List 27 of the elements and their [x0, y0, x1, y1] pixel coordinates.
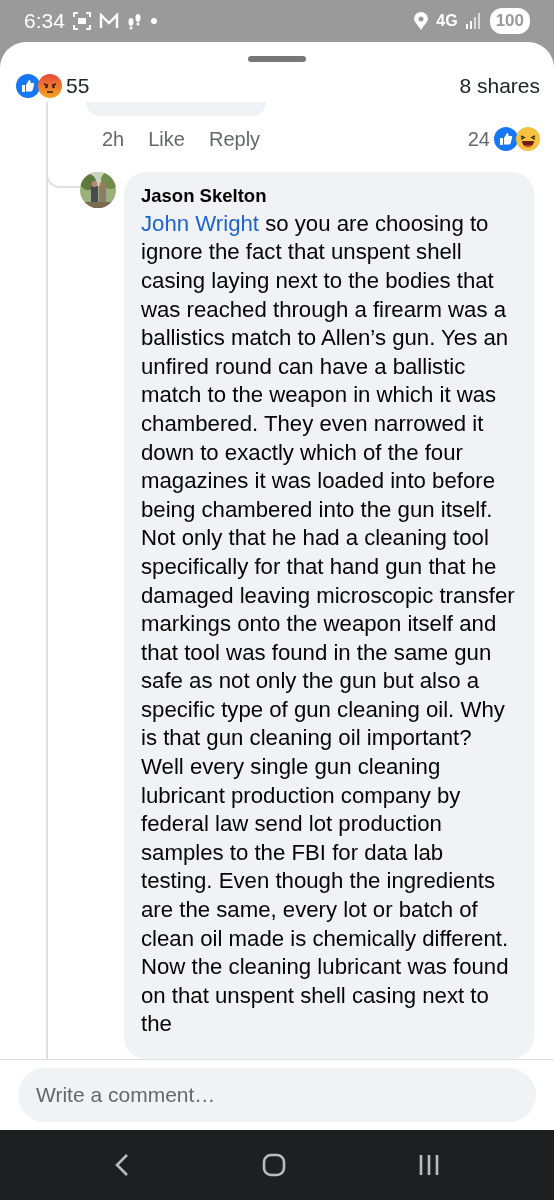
home-icon[interactable]: [262, 1153, 286, 1177]
drag-handle[interactable]: [248, 56, 306, 62]
location-icon: [414, 12, 429, 30]
like-link[interactable]: Like: [148, 124, 185, 155]
mention-link[interactable]: John Wright: [141, 210, 259, 236]
footsteps-icon: [126, 12, 143, 30]
comment-text: John Wright so you are choosing to ignore the fact that unspent shell casing laying next to the bodies that was reached through a firearm was a ballistics match to Allen’s gun. Yes an unfired round can have a ballistic match to the weapon in which it was chambered. They even narrowed it down to exactly which of the four magazines it was loaded into before being chambered into the gun itself. Not only that he had a cleaning tool specifically for that hand gun that he damaged leaving microscopic transfer markings onto the weapon itself and that tool was found in the same gun safe as not only the gun but also a specific type of gun cleaning oil. Why is that gun cleaning oil important? Well every single gun cleaning lubricant production company by federal law send lot production samples to the FBI for data lab testing. Even though the ingredients are the same, every lot or batch of clean oil made is chemically different. Now the cleaning lubricant was found on that unspent shell casing next to the: [141, 209, 516, 1039]
mail-icon: [98, 13, 119, 29]
like-icon: [494, 127, 518, 152]
reaction-count[interactable]: 55: [66, 70, 90, 102]
battery-level: 100: [489, 8, 530, 34]
dot-icon: [150, 18, 157, 24]
laughing-face-icon: [516, 127, 540, 152]
network-type: 4G: [436, 11, 458, 31]
status-time: 6:34: [24, 8, 65, 35]
comment-time: 2h: [102, 127, 125, 153]
like-icon: [16, 74, 40, 98]
back-icon[interactable]: [114, 1153, 130, 1177]
reply-link[interactable]: Reply: [208, 124, 261, 155]
recent-apps-icon[interactable]: [418, 1154, 440, 1176]
reaction-count[interactable]: 24: [467, 124, 490, 155]
author-name[interactable]: Jason Skelton: [141, 182, 520, 210]
angry-face-icon: [38, 74, 62, 98]
signal-icon: [465, 13, 482, 29]
screenshot-icon: [72, 12, 91, 30]
shares-count[interactable]: 8 shares: [459, 70, 540, 102]
comment-input-field[interactable]: Write a comment…: [18, 1068, 536, 1122]
